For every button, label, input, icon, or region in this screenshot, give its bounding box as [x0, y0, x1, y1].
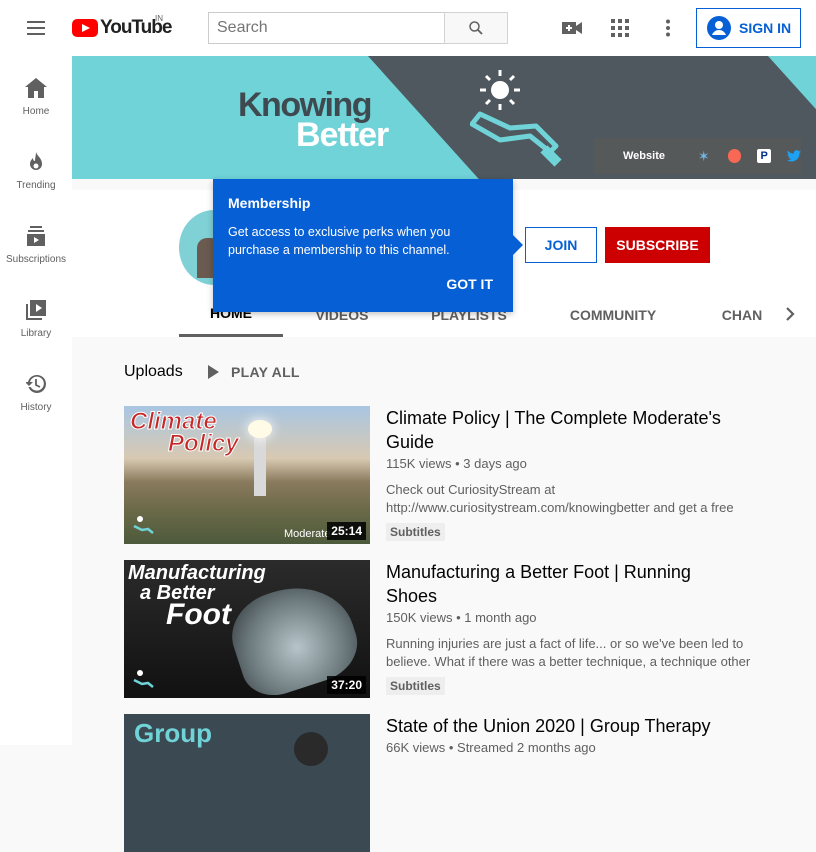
top-bar: YouTube IN SIGN IN [0, 0, 816, 56]
star-link-icon[interactable]: ✶ [698, 149, 712, 163]
sidebar-item-label: Subscriptions [5, 254, 67, 265]
video-item: Manufacturing a Better Foot 37:20 Manufa… [124, 560, 764, 698]
sidebar-item-home[interactable]: Home [0, 56, 72, 130]
video-meta: 150K views • 1 month ago [386, 610, 537, 625]
subscriptions-icon [27, 226, 45, 246]
thumb-text: Foot [166, 598, 231, 631]
sidebar-item-label: Trending [16, 180, 56, 191]
paypal-icon[interactable]: P [757, 149, 771, 163]
video-title[interactable]: State of the Union 2020 | Group Therapy [386, 714, 746, 738]
video-meta: 66K views • Streamed 2 months ago [386, 740, 596, 755]
sign-in-label: SIGN IN [739, 20, 792, 36]
subtitles-badge: Subtitles [386, 523, 445, 541]
home-icon [25, 78, 47, 98]
side-nav: Home Trending Subscriptions Library Hist… [0, 56, 72, 745]
search-button[interactable] [444, 12, 508, 44]
tooltip-title: Membership [228, 195, 311, 211]
video-description: Check out CuriosityStream at http://www.… [386, 482, 734, 515]
video-duration: 37:20 [327, 676, 366, 694]
video-item: Group State of the Union 2020 | Group Th… [124, 714, 764, 852]
sidebar-item-label: Home [22, 106, 50, 117]
membership-tooltip: Membership Get access to exclusive perks… [213, 179, 523, 312]
channel-banner: Knowing Better Website ✶ P [72, 56, 816, 179]
channel-watermark-icon [133, 670, 154, 688]
thumb-text: Policy [168, 430, 240, 458]
website-link[interactable]: Website [623, 150, 682, 162]
account-icon [707, 16, 731, 40]
video-title[interactable]: Manufacturing a Better Foot | Running Sh… [386, 560, 746, 608]
history-icon [26, 374, 46, 393]
video-item: Climate Policy Moderate 25:14 Climate Po… [124, 406, 764, 544]
video-title[interactable]: Climate Policy | The Complete Moderate's… [386, 406, 746, 454]
twitter-icon[interactable] [786, 149, 801, 163]
menu-icon[interactable] [24, 16, 48, 40]
sidebar-item-label: Library [20, 328, 52, 339]
video-duration: 25:14 [327, 522, 366, 540]
sidebar-item-trending[interactable]: Trending [0, 130, 72, 204]
subtitles-badge: Subtitles [386, 677, 445, 695]
presenter-image [294, 732, 328, 766]
play-icon [208, 365, 219, 379]
more-vert-icon[interactable] [656, 16, 680, 40]
youtube-logo[interactable]: YouTube IN [72, 14, 172, 40]
search-input[interactable] [208, 12, 444, 44]
video-description: Running injuries are just a fact of life… [386, 636, 751, 669]
video-thumbnail[interactable]: Manufacturing a Better Foot 37:20 [124, 560, 370, 698]
library-icon [26, 300, 46, 320]
banner-links: Website ✶ P [593, 138, 801, 174]
banner-title-line2: Better [296, 116, 389, 154]
video-thumbnail[interactable]: Climate Policy Moderate 25:14 [124, 406, 370, 544]
youtube-play-icon [72, 19, 98, 37]
chevron-right-icon[interactable] [778, 302, 802, 326]
tab-community[interactable]: COMMUNITY [558, 292, 668, 337]
channel-watermark-icon [133, 516, 154, 534]
tab-channels[interactable]: CHAN [712, 292, 772, 337]
country-code: IN [155, 14, 163, 23]
tooltip-body: Get access to exclusive perks when you p… [228, 225, 451, 257]
thumb-text: Group [134, 718, 212, 748]
video-meta: 115K views • 3 days ago [386, 456, 527, 471]
join-button[interactable]: JOIN [525, 227, 597, 263]
thumb-corner-text: Moderate [284, 528, 331, 540]
knowing-better-logo-icon [470, 70, 562, 167]
create-video-icon[interactable] [560, 16, 584, 40]
play-all-button[interactable]: PLAY ALL [207, 360, 300, 384]
search-icon [469, 21, 483, 35]
sidebar-item-subscriptions[interactable]: Subscriptions [0, 204, 72, 278]
patreon-icon[interactable] [727, 149, 742, 163]
sign-in-button[interactable]: SIGN IN [696, 8, 801, 48]
subscribe-button[interactable]: SUBSCRIBE [605, 227, 710, 263]
sidebar-item-library[interactable]: Library [0, 278, 72, 352]
sidebar-item-label: History [20, 402, 52, 413]
apps-grid-icon[interactable] [608, 16, 632, 40]
video-thumbnail[interactable]: Group [124, 714, 370, 852]
uploads-header: Uploads [124, 362, 183, 382]
fire-icon [30, 152, 42, 170]
got-it-button[interactable]: GOT IT [446, 276, 493, 292]
search-bar [208, 12, 508, 44]
solar-tower-light [248, 420, 272, 438]
play-all-label: PLAY ALL [231, 364, 300, 380]
sidebar-item-history[interactable]: History [0, 352, 72, 426]
uploads-title[interactable]: Uploads [124, 363, 183, 381]
